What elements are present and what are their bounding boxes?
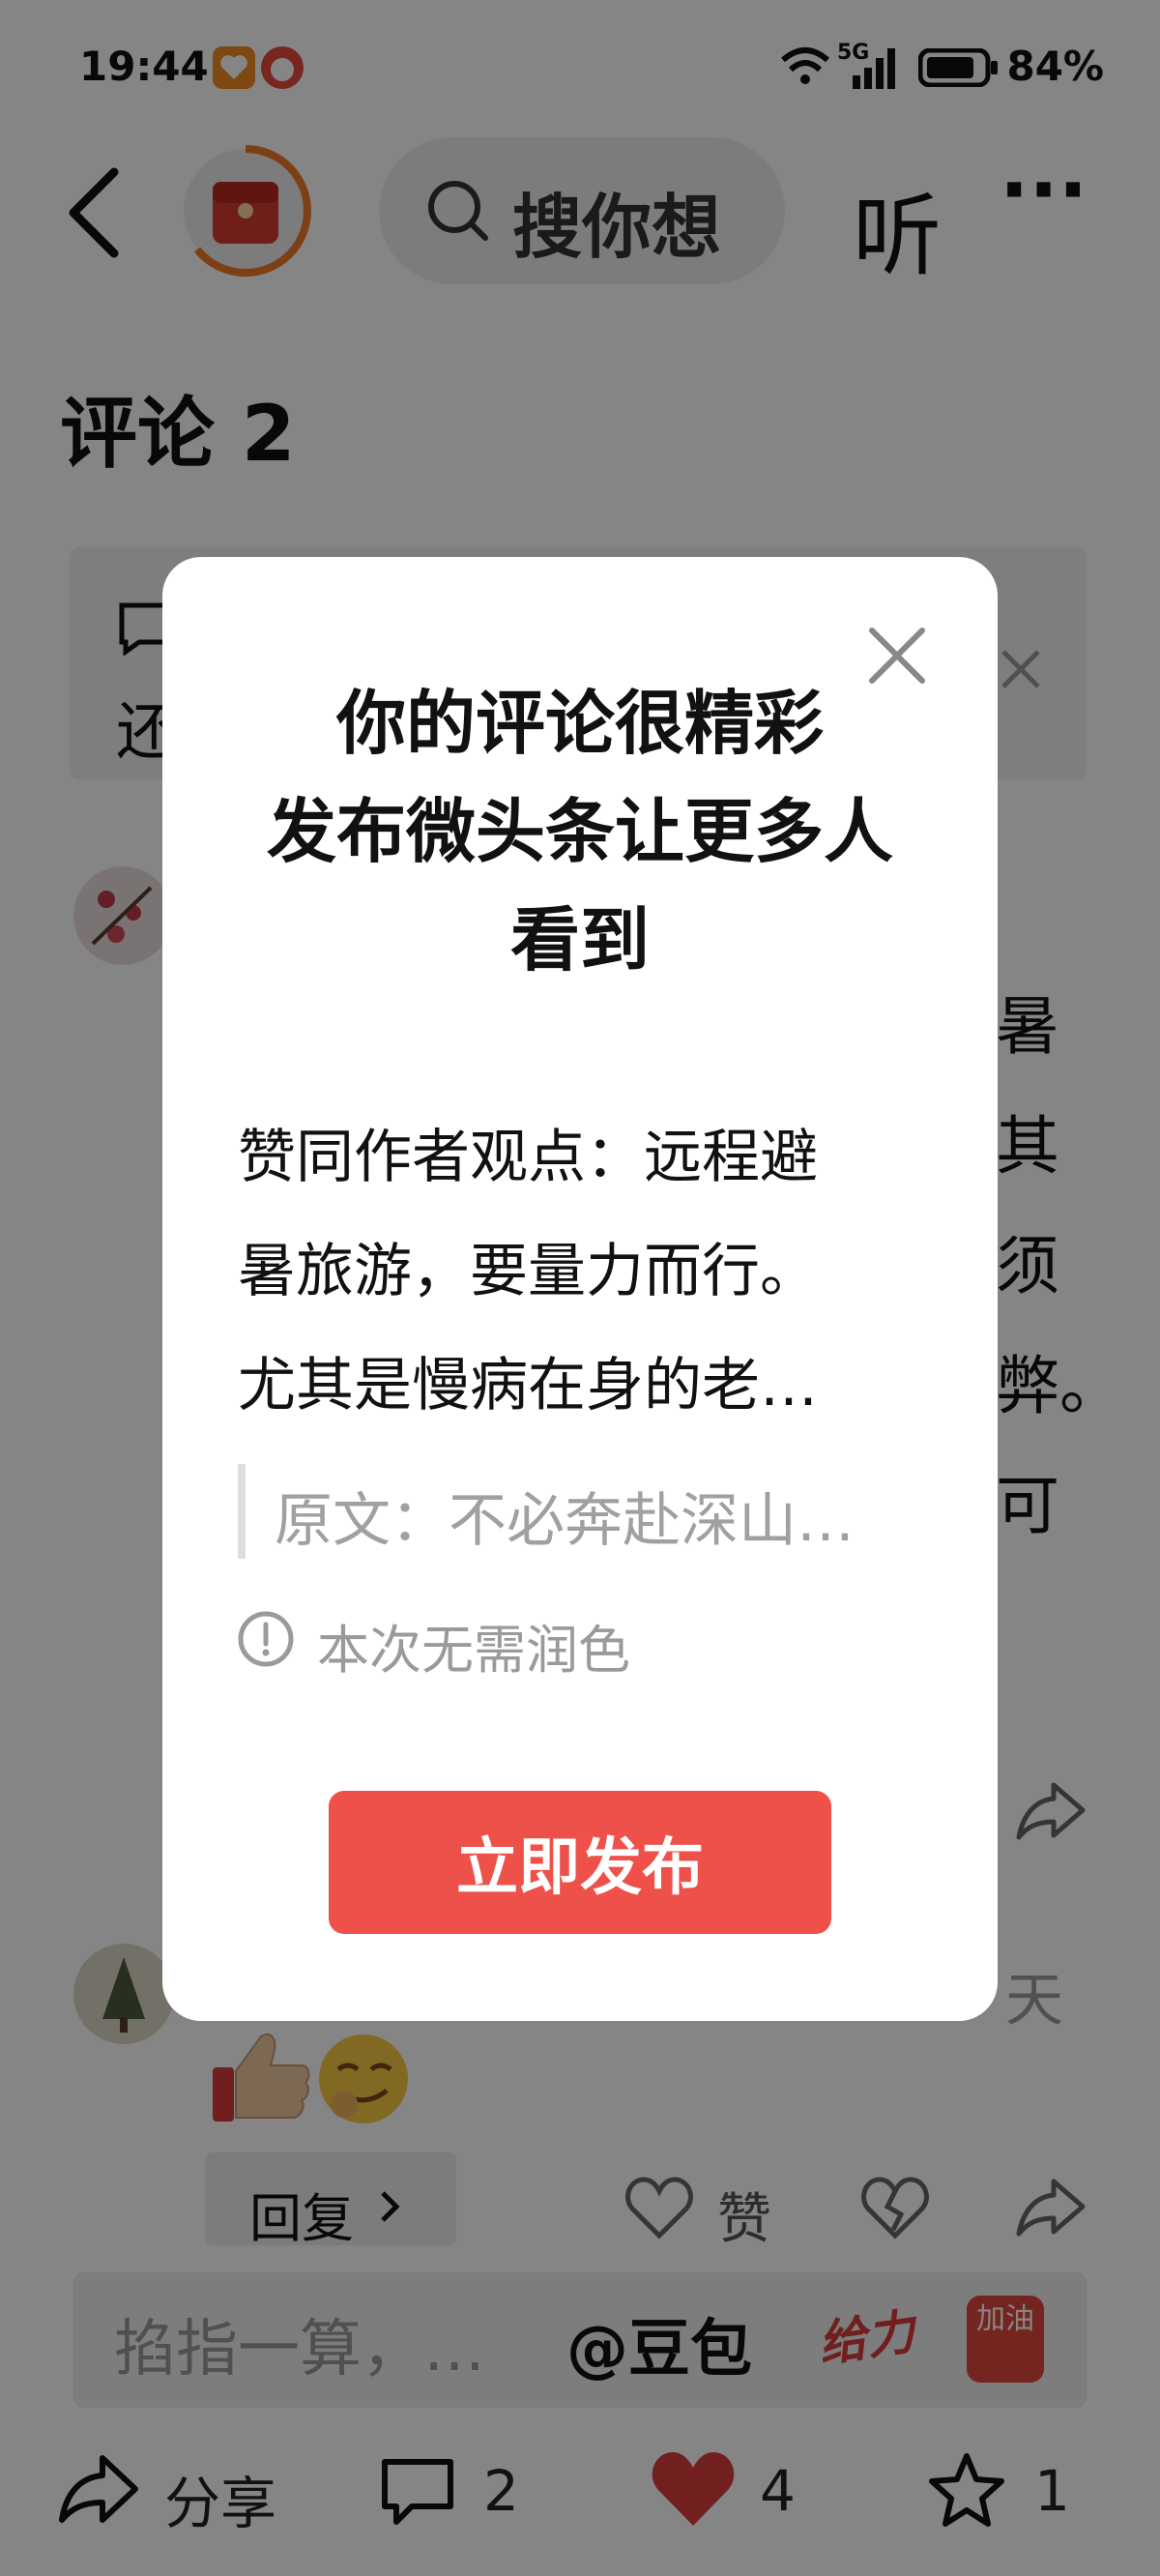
dialog-title-line: 你的评论很精彩 [335,683,824,764]
dialog-title: 你的评论很精彩 发布微头条让更多人 看到 [162,669,998,994]
comment-preview-line: 暑旅游，要量力而行。 [238,1238,818,1305]
dialog-title-line: 发布微头条让更多人 [266,791,893,872]
info-icon [238,1611,294,1667]
quote-bar [238,1464,246,1559]
publish-dialog: 你的评论很精彩 发布微头条让更多人 看到 赞同作者观点：远程避 暑旅游，要量力而… [162,557,998,2021]
polish-hint: 本次无需润色 [317,1620,630,1681]
comment-preview: 赞同作者观点：远程避 暑旅游，要量力而行。 尤其是慢病在身的老… [238,1100,934,1443]
dialog-title-line: 看到 [509,899,650,981]
original-quote: 原文：不必奔赴深山… [275,1487,855,1555]
comment-preview-line: 赞同作者观点：远程避 [238,1124,818,1191]
comment-preview-line: 尤其是慢病在身的老… [238,1352,818,1420]
publish-now-button[interactable]: 立即发布 [329,1791,831,1934]
